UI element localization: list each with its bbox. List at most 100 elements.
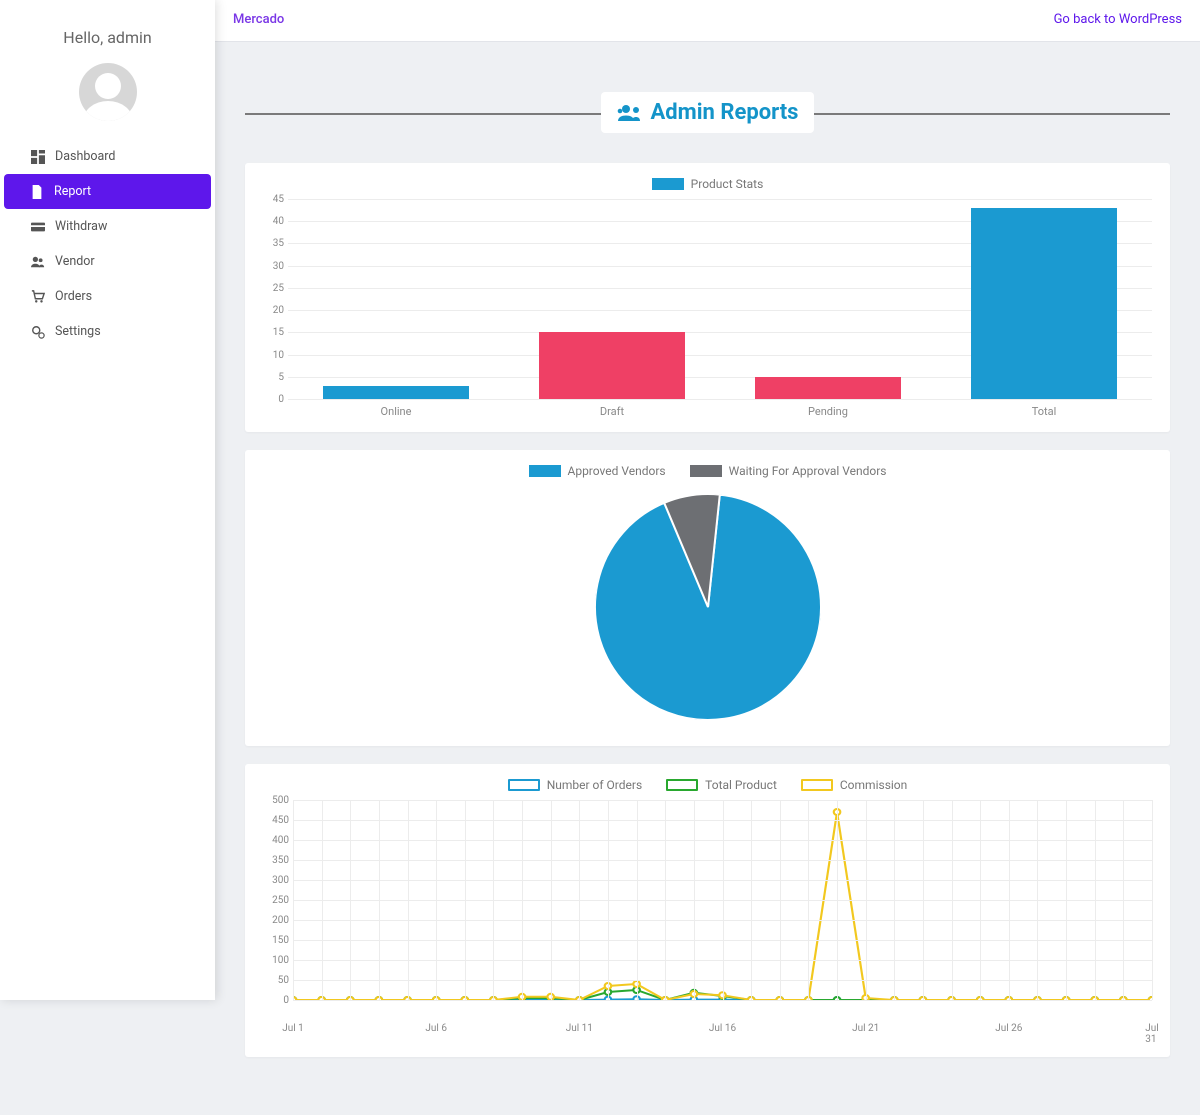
legend-item: Approved Vendors xyxy=(529,464,666,478)
bar-rect xyxy=(755,377,902,399)
legend-label: Commission xyxy=(840,778,907,792)
topbar: Mercado Go back to WordPress xyxy=(215,0,1200,42)
users-icon xyxy=(31,255,45,269)
legend-item: Product Stats xyxy=(652,177,764,191)
bar-rect xyxy=(539,332,686,399)
legend-label: Approved Vendors xyxy=(568,464,666,478)
line-gridline-v xyxy=(350,800,351,1000)
legend-item: Number of Orders xyxy=(508,778,642,792)
bar-label: Pending xyxy=(808,405,848,418)
main: Mercado Go back to WordPress Admin Repor… xyxy=(215,0,1200,1115)
line-gridline-h: 0 xyxy=(293,1000,1152,1001)
line-gridline-v xyxy=(923,800,924,1000)
sidebar-item-label: Report xyxy=(54,184,91,199)
page-title-text: Admin Reports xyxy=(651,100,799,125)
line-gridline-v xyxy=(694,800,695,1000)
line-xlabel: Jul 6 xyxy=(425,1023,447,1034)
legend-swatch xyxy=(801,779,833,791)
line-gridline-v xyxy=(665,800,666,1000)
line-xlabel: Jul 16 xyxy=(709,1023,736,1034)
cart-icon xyxy=(31,290,45,304)
line-chart: 050100150200250300350400450500 xyxy=(263,800,1152,1020)
line-gridline-v xyxy=(980,800,981,1000)
legend-swatch xyxy=(666,779,698,791)
bar-label: Draft xyxy=(600,405,624,418)
orders-line-card: Number of Orders Total Product Commissio… xyxy=(245,764,1170,1057)
bar-rect xyxy=(323,386,470,399)
users-icon xyxy=(617,103,643,123)
line-gridline-v xyxy=(1009,800,1010,1000)
bar-col: Online xyxy=(288,199,504,399)
vendor-approval-card: Approved Vendors Waiting For Approval Ve… xyxy=(245,450,1170,746)
bar-gridline: 0 xyxy=(288,399,1152,400)
bar-chart: 051015202530354045OnlineDraftPendingTota… xyxy=(263,199,1152,414)
line-gridline-v xyxy=(493,800,494,1000)
line-gridline-v xyxy=(322,800,323,1000)
page-title: Admin Reports xyxy=(601,92,815,133)
sidebar-item-settings[interactable]: Settings xyxy=(5,314,210,349)
bar-col: Draft xyxy=(504,199,720,399)
sidebar-item-report[interactable]: Report xyxy=(4,174,211,209)
sidebar-item-orders[interactable]: Orders xyxy=(5,279,210,314)
line-gridline-v xyxy=(808,800,809,1000)
legend-swatch xyxy=(529,465,561,477)
bar-label: Online xyxy=(381,405,412,418)
bar-rect xyxy=(971,208,1118,399)
line-gridline-v xyxy=(894,800,895,1000)
bar-label: Total xyxy=(1032,405,1057,418)
greeting-text: Hello, admin xyxy=(0,0,215,57)
sidebar-item-label: Dashboard xyxy=(55,149,115,164)
line-gridline-v xyxy=(952,800,953,1000)
bar-col: Total xyxy=(936,199,1152,399)
line-gridline-v xyxy=(637,800,638,1000)
legend-label: Product Stats xyxy=(691,177,764,191)
legend-swatch xyxy=(508,779,540,791)
line-gridline-v xyxy=(465,800,466,1000)
sidebar-item-withdraw[interactable]: Withdraw xyxy=(5,209,210,244)
line-xlabel: Jul 31 xyxy=(1145,1023,1158,1045)
line-xlabel: Jul 26 xyxy=(995,1023,1022,1034)
card-icon xyxy=(31,220,45,234)
cogs-icon xyxy=(31,325,45,339)
sidebar-item-dashboard[interactable]: Dashboard xyxy=(5,139,210,174)
line-gridline-v xyxy=(780,800,781,1000)
sidebar-item-label: Withdraw xyxy=(55,219,107,234)
line-gridline-v xyxy=(1095,800,1096,1000)
sidebar-item-label: Vendor xyxy=(55,254,95,269)
bar-legend: Product Stats xyxy=(263,177,1152,191)
line-gridline-v xyxy=(1037,800,1038,1000)
pie-legend: Approved Vendors Waiting For Approval Ve… xyxy=(263,464,1152,478)
line-gridline-v xyxy=(293,800,294,1000)
legend-label: Number of Orders xyxy=(547,778,642,792)
sidebar: Hello, admin Dashboard Report Withdraw V… xyxy=(0,0,215,1000)
line-gridline-v xyxy=(522,800,523,1000)
line-gridline-v xyxy=(837,800,838,1000)
line-gridline-v xyxy=(408,800,409,1000)
line-gridline-v xyxy=(866,800,867,1000)
legend-label: Total Product xyxy=(705,778,777,792)
legend-swatch xyxy=(690,465,722,477)
line-gridline-v xyxy=(1152,800,1153,1000)
line-xlabel: Jul 21 xyxy=(852,1023,879,1034)
legend-item: Waiting For Approval Vendors xyxy=(690,464,887,478)
line-gridline-v xyxy=(1066,800,1067,1000)
product-stats-card: Product Stats 051015202530354045OnlineDr… xyxy=(245,163,1170,432)
line-xlabel: Jul 11 xyxy=(566,1023,593,1034)
legend-swatch xyxy=(652,178,684,190)
avatar xyxy=(79,63,137,121)
line-gridline-v xyxy=(379,800,380,1000)
line-gridline-v xyxy=(436,800,437,1000)
legend-item: Commission xyxy=(801,778,907,792)
brand[interactable]: Mercado xyxy=(233,12,284,27)
line-gridline-v xyxy=(579,800,580,1000)
page-title-wrap: Admin Reports xyxy=(245,92,1170,133)
sidebar-item-vendor[interactable]: Vendor xyxy=(5,244,210,279)
sidebar-item-label: Settings xyxy=(55,324,101,339)
bar-col: Pending xyxy=(720,199,936,399)
back-to-wordpress-link[interactable]: Go back to WordPress xyxy=(1054,12,1182,27)
line-gridline-v xyxy=(551,800,552,1000)
line-gridline-v xyxy=(723,800,724,1000)
line-legend: Number of Orders Total Product Commissio… xyxy=(263,778,1152,792)
file-icon xyxy=(30,185,44,199)
line-gridline-v xyxy=(608,800,609,1000)
